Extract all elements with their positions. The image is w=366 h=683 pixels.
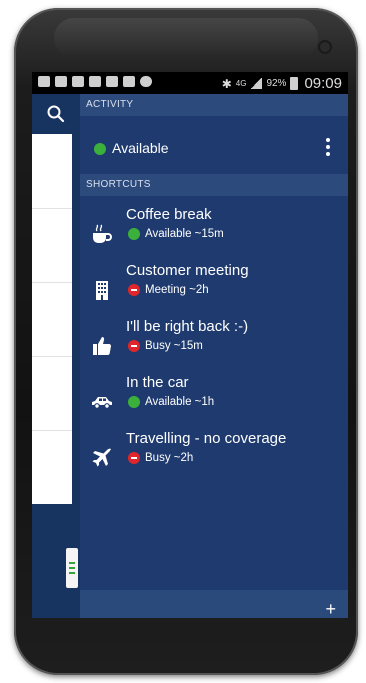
handle-grip bbox=[69, 567, 75, 569]
shortcut-status: Meeting ~2h bbox=[128, 284, 209, 296]
status-dot bbox=[94, 143, 106, 155]
divider bbox=[32, 430, 72, 431]
divider bbox=[32, 208, 72, 209]
shortcut-status: Available ~1h bbox=[128, 396, 214, 408]
shortcut-customer-meeting[interactable]: Customer meeting Meeting ~2h bbox=[80, 262, 348, 318]
shortcut-right-back[interactable]: I'll be right back :-) Busy ~15m bbox=[80, 318, 348, 374]
thumbs-up-icon bbox=[93, 337, 112, 356]
shortcut-status: Available ~15m bbox=[128, 228, 224, 240]
front-camera bbox=[320, 42, 330, 52]
add-shortcut-button[interactable]: + bbox=[325, 600, 336, 618]
clock: 09:09 bbox=[304, 75, 342, 92]
activity-header: ACTIVITY bbox=[80, 94, 348, 116]
network-type: 4G bbox=[235, 78, 247, 88]
handle-grip bbox=[69, 562, 75, 564]
bottom-action-bar: + bbox=[80, 590, 348, 618]
status-bar: ✱ 4G 92% 09:09 bbox=[32, 72, 348, 94]
more-options-icon[interactable] bbox=[326, 138, 330, 158]
notification-icons bbox=[38, 76, 152, 87]
busy-dot bbox=[128, 284, 140, 296]
divider bbox=[32, 356, 72, 357]
cloud-icon bbox=[140, 76, 152, 87]
battery-percent: 92% bbox=[266, 78, 287, 89]
image-icon bbox=[106, 76, 118, 87]
shortcut-status: Busy ~15m bbox=[128, 340, 203, 352]
available-dot bbox=[128, 396, 140, 408]
current-activity[interactable]: Available bbox=[80, 122, 348, 172]
shortcuts-header: SHORTCUTS bbox=[80, 174, 348, 196]
building-icon bbox=[96, 281, 108, 300]
shortcut-title: Travelling - no coverage bbox=[126, 430, 287, 447]
shortcut-title: I'll be right back :-) bbox=[126, 318, 249, 335]
system-indicators: ✱ 4G 92% 09:09 bbox=[222, 75, 342, 92]
background-list-panel bbox=[32, 134, 72, 504]
car-icon bbox=[92, 397, 112, 409]
shortcut-status-text: Busy ~15m bbox=[145, 340, 203, 352]
airplane-icon bbox=[92, 448, 111, 467]
search-icon[interactable] bbox=[46, 104, 66, 124]
busy-dot bbox=[128, 452, 140, 464]
gallery-icon bbox=[89, 76, 101, 87]
email-icon bbox=[72, 76, 84, 87]
shortcut-title: Coffee break bbox=[126, 206, 212, 223]
twitter-icon bbox=[55, 76, 67, 87]
shortcut-status-text: Meeting ~2h bbox=[145, 284, 209, 296]
gallery-icon-2 bbox=[123, 76, 135, 87]
presence-drawer: ACTIVITY Available SHORTCUTS Coffee brea… bbox=[80, 94, 348, 618]
shortcut-title: Customer meeting bbox=[126, 262, 249, 279]
phone-screen: ✱ 4G 92% 09:09 ACTIVITY Available SHORTC… bbox=[32, 72, 348, 618]
shortcut-status-text: Available ~1h bbox=[145, 396, 215, 408]
phone-bezel-shine bbox=[54, 18, 318, 58]
available-dot bbox=[128, 228, 140, 240]
shortcut-in-the-car[interactable]: In the car Available ~1h bbox=[80, 374, 348, 430]
busy-dot bbox=[128, 340, 140, 352]
bluetooth-icon: ✱ bbox=[221, 76, 232, 91]
battery-icon bbox=[290, 77, 299, 90]
divider bbox=[32, 282, 72, 283]
signal-icon bbox=[250, 78, 263, 89]
message-icon bbox=[38, 76, 50, 87]
handle-grip bbox=[69, 572, 75, 574]
shortcut-coffee-break[interactable]: Coffee break Available ~15m bbox=[80, 206, 348, 262]
shortcut-status: Busy ~2h bbox=[128, 452, 193, 464]
shortcut-travelling[interactable]: Travelling - no coverage Busy ~2h bbox=[80, 430, 348, 486]
shortcut-status-text: Busy ~2h bbox=[145, 452, 194, 464]
coffee-icon bbox=[93, 224, 112, 243]
shortcut-title: In the car bbox=[126, 374, 189, 391]
current-status-label: Available bbox=[112, 140, 169, 156]
shortcut-status-text: Available ~15m bbox=[145, 228, 224, 240]
drawer-handle[interactable] bbox=[66, 548, 78, 588]
